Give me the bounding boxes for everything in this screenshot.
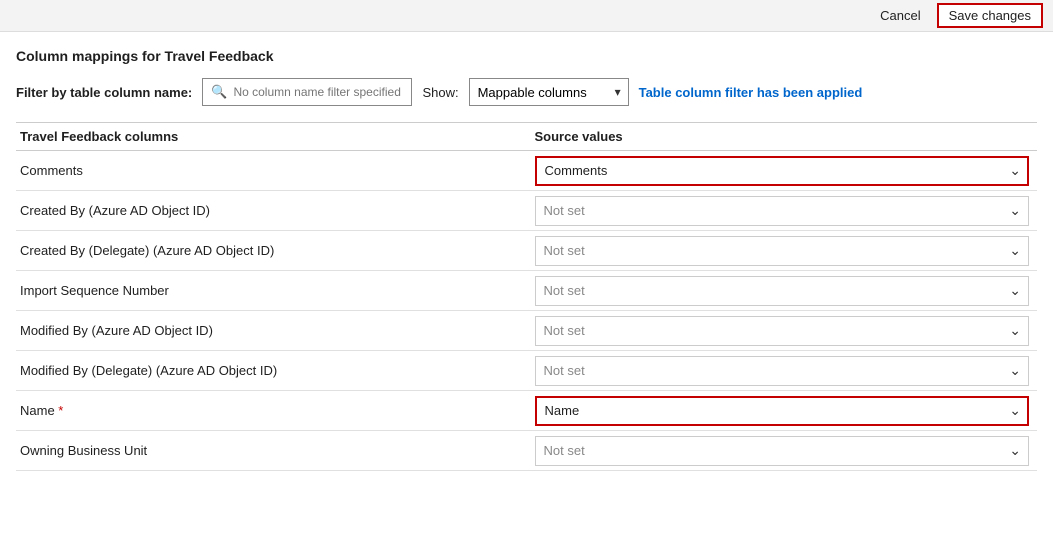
row-source-value: Not set <box>527 352 1038 390</box>
source-select-wrapper: Not set <box>535 316 1030 346</box>
table-row: Created By (Azure AD Object ID) Not set <box>16 191 1037 231</box>
table-row: Import Sequence Number Not set <box>16 271 1037 311</box>
source-select[interactable]: Comments <box>535 156 1030 186</box>
source-select-wrapper: Not set <box>535 276 1030 306</box>
col-right-header: Source values <box>527 129 1038 144</box>
col-left-header: Travel Feedback columns <box>16 129 527 144</box>
source-select-wrapper: Not set <box>535 436 1030 466</box>
source-select-wrapper: Comments <box>535 156 1030 186</box>
row-source-value: Not set <box>527 432 1038 470</box>
source-select-wrapper: Not set <box>535 236 1030 266</box>
source-select[interactable]: Not set <box>535 236 1030 266</box>
source-select[interactable]: Not set <box>535 356 1030 386</box>
column-filter-input[interactable] <box>233 85 403 99</box>
row-source-value: Not set <box>527 312 1038 350</box>
show-select[interactable]: Mappable columns All columns Required co… <box>469 78 629 106</box>
row-column-name: Modified By (Azure AD Object ID) <box>16 315 527 346</box>
row-source-value: Comments <box>527 152 1038 190</box>
row-source-value: Name <box>527 392 1038 430</box>
row-source-value: Not set <box>527 192 1038 230</box>
search-icon: 🔍 <box>211 84 227 100</box>
row-column-name: Name * <box>16 395 527 426</box>
source-select-wrapper: Not set <box>535 356 1030 386</box>
filter-row: Filter by table column name: 🔍 Show: Map… <box>16 78 1037 106</box>
table-row: Owning Business Unit Not set <box>16 431 1037 471</box>
show-label: Show: <box>422 85 458 100</box>
source-select[interactable]: Not set <box>535 316 1030 346</box>
cancel-button[interactable]: Cancel <box>872 5 928 26</box>
source-select-wrapper: Not set <box>535 196 1030 226</box>
top-bar-actions: Cancel Save changes <box>872 3 1043 28</box>
row-column-name: Comments <box>16 155 527 186</box>
page-title: Column mappings for Travel Feedback <box>16 48 1037 64</box>
show-select-wrapper: Mappable columns All columns Required co… <box>469 78 629 106</box>
mapping-table: Travel Feedback columns Source values Co… <box>16 122 1037 471</box>
filter-applied-text: Table column filter has been applied <box>639 85 863 100</box>
row-column-name: Owning Business Unit <box>16 435 527 466</box>
main-content: Column mappings for Travel Feedback Filt… <box>0 32 1053 471</box>
table-rows: Comments Comments Created By (Azure AD Obj… <box>16 151 1037 471</box>
row-column-name: Created By (Delegate) (Azure AD Object I… <box>16 235 527 266</box>
table-row: Modified By (Delegate) (Azure AD Object … <box>16 351 1037 391</box>
source-select-wrapper: Name <box>535 396 1030 426</box>
save-button[interactable]: Save changes <box>937 3 1043 28</box>
source-select[interactable]: Not set <box>535 436 1030 466</box>
table-row: Created By (Delegate) (Azure AD Object I… <box>16 231 1037 271</box>
row-column-name: Created By (Azure AD Object ID) <box>16 195 527 226</box>
table-row: Modified By (Azure AD Object ID) Not set <box>16 311 1037 351</box>
source-select[interactable]: Name <box>535 396 1030 426</box>
table-header: Travel Feedback columns Source values <box>16 123 1037 151</box>
row-source-value: Not set <box>527 272 1038 310</box>
table-row: Comments Comments <box>16 151 1037 191</box>
row-column-name: Modified By (Delegate) (Azure AD Object … <box>16 355 527 386</box>
filter-input-wrapper: 🔍 <box>202 78 412 106</box>
table-row: Name * Name <box>16 391 1037 431</box>
filter-label: Filter by table column name: <box>16 85 192 100</box>
source-select[interactable]: Not set <box>535 276 1030 306</box>
source-select[interactable]: Not set <box>535 196 1030 226</box>
top-bar: Cancel Save changes <box>0 0 1053 32</box>
row-column-name: Import Sequence Number <box>16 275 527 306</box>
row-source-value: Not set <box>527 232 1038 270</box>
required-indicator: * <box>58 403 63 418</box>
